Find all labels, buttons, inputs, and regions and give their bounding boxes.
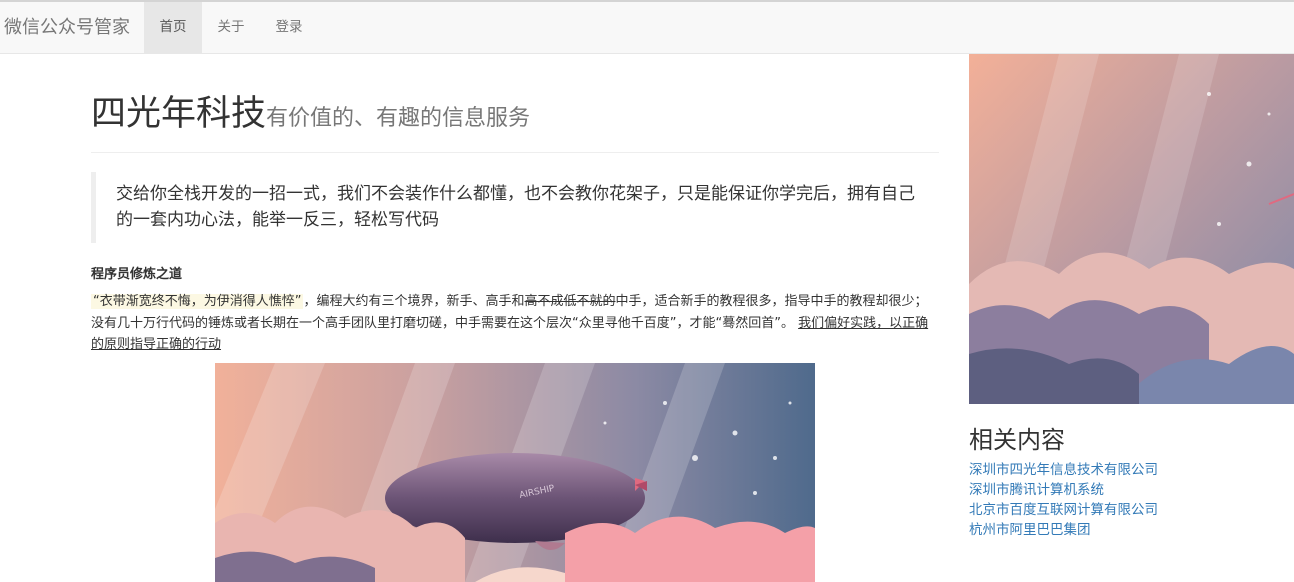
page-subtitle: 有价值的、有趣的信息服务 — [266, 106, 531, 131]
side-image — [969, 54, 1294, 404]
related-link[interactable]: 深圳市四光年信息技术有限公司 — [969, 460, 1158, 480]
related-link[interactable]: 深圳市腾讯计算机系统 — [969, 480, 1158, 500]
blockquote-text: 交给你全栈开发的一招一式，我们不会装作什么都懂，也不会教你花架子，只是能保证你学… — [116, 184, 915, 230]
related-links: 深圳市四光年信息技术有限公司 深圳市腾讯计算机系统 北京市百度互联网计算有限公司… — [969, 460, 1158, 540]
section-title: 程序员修炼之道 — [91, 267, 183, 282]
intro-paragraph: “衣带渐宽终不悔，为伊消得人憔悴” ，编程大约有三个境界，新手、高手和高不成低不就… — [91, 291, 936, 356]
nav-item-about[interactable]: 关于 — [202, 2, 260, 53]
highlight-quote: “衣带渐宽终不悔，为伊消得人憔悴” — [91, 294, 304, 309]
strike-text: 高不成低不就的 — [524, 294, 616, 309]
related-link[interactable]: 杭州市阿里巴巴集团 — [969, 520, 1158, 540]
nav-item-home[interactable]: 首页 — [144, 2, 202, 53]
airship-image: AIRSHIP — [215, 363, 815, 582]
related-link[interactable]: 北京市百度互联网计算有限公司 — [969, 500, 1158, 520]
brand[interactable]: 微信公众号管家 — [4, 16, 130, 40]
page-title: 四光年科技 — [91, 94, 267, 134]
paragraph-text-1: ，编程大约有三个境界，新手、高手和 — [303, 294, 525, 309]
page-header: 四光年科技有价值的、有趣的信息服务 — [91, 88, 939, 153]
navbar: 微信公众号管家 首页 关于 登录 — [0, 0, 1294, 54]
related-title: 相关内容 — [969, 426, 1065, 454]
blockquote: 交给你全栈开发的一招一式，我们不会装作什么都懂，也不会教你花架子，只是能保证你学… — [91, 172, 921, 243]
nav-item-login[interactable]: 登录 — [260, 2, 318, 53]
